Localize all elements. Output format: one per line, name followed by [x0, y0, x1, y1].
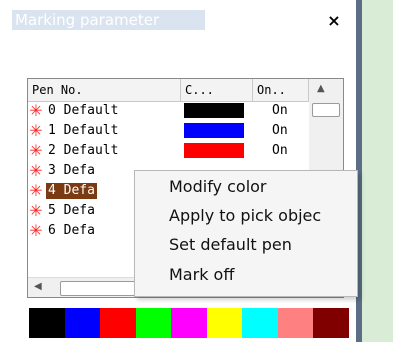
red-star-icon: ✳: [29, 101, 43, 120]
pen-color-swatch[interactable]: [184, 123, 244, 138]
pen-on-status: On: [272, 103, 288, 118]
palette-swatch[interactable]: [64, 308, 101, 338]
menu-item-set-default-pen[interactable]: Set default pen: [169, 233, 292, 257]
pen-label: 0 Default: [48, 103, 119, 118]
panel-titlebar: Marking parameter: [12, 10, 205, 30]
palette-swatch[interactable]: [206, 308, 243, 338]
red-star-icon: ✳: [29, 221, 43, 240]
vertical-scroll-thumb[interactable]: [312, 103, 340, 117]
column-header-pen-no[interactable]: Pen No.: [28, 79, 181, 101]
pen-label: 6 Defa: [48, 223, 95, 238]
palette-swatch[interactable]: [135, 308, 172, 338]
scroll-up-icon[interactable]: ▲: [317, 83, 325, 94]
red-star-icon: ✳: [29, 141, 43, 160]
scroll-left-icon[interactable]: ◀: [34, 281, 42, 292]
palette-swatch[interactable]: [171, 308, 207, 338]
palette-swatch[interactable]: [277, 308, 314, 338]
pen-label: 2 Default: [48, 143, 119, 158]
pen-row[interactable]: ✳ 1 Default On: [28, 121, 309, 141]
palette-swatch[interactable]: [242, 308, 278, 338]
pen-label: 4 Defa: [46, 183, 97, 199]
pen-on-status: On: [272, 143, 288, 158]
list-header: Pen No. C... On..: [28, 79, 343, 102]
panel-title: Marking parameter: [15, 11, 160, 29]
column-header-on[interactable]: On..: [253, 79, 309, 101]
red-star-icon: ✳: [29, 121, 43, 140]
column-header-color[interactable]: C...: [181, 79, 253, 101]
context-menu: Modify color Apply to pick objec Set def…: [134, 170, 358, 297]
pen-label: 5 Defa: [48, 203, 95, 218]
pen-label: 1 Default: [48, 123, 119, 138]
pen-color-swatch[interactable]: [184, 103, 244, 118]
marking-parameter-panel: Marking parameter × Pen No. C... On.. ✳ 0…: [0, 0, 358, 342]
palette-swatch[interactable]: [29, 308, 65, 338]
close-icon[interactable]: ×: [325, 12, 343, 30]
palette-swatch[interactable]: [100, 308, 136, 338]
menu-item-modify-color[interactable]: Modify color: [169, 175, 267, 199]
menu-item-apply-to-pick-object[interactable]: Apply to pick objec: [169, 204, 321, 228]
red-star-icon: ✳: [29, 161, 43, 180]
red-star-icon: ✳: [29, 181, 43, 200]
pen-color-swatch[interactable]: [184, 143, 244, 158]
background-canvas: [362, 0, 393, 342]
color-palette: [29, 308, 349, 338]
red-star-icon: ✳: [29, 201, 43, 220]
pen-label: 3 Defa: [48, 163, 95, 178]
palette-swatch[interactable]: [313, 308, 349, 338]
pen-row[interactable]: ✳ 0 Default On: [28, 101, 309, 121]
pen-row[interactable]: ✳ 2 Default On: [28, 141, 309, 161]
menu-item-mark-off[interactable]: Mark off: [169, 263, 234, 287]
pen-on-status: On: [272, 123, 288, 138]
